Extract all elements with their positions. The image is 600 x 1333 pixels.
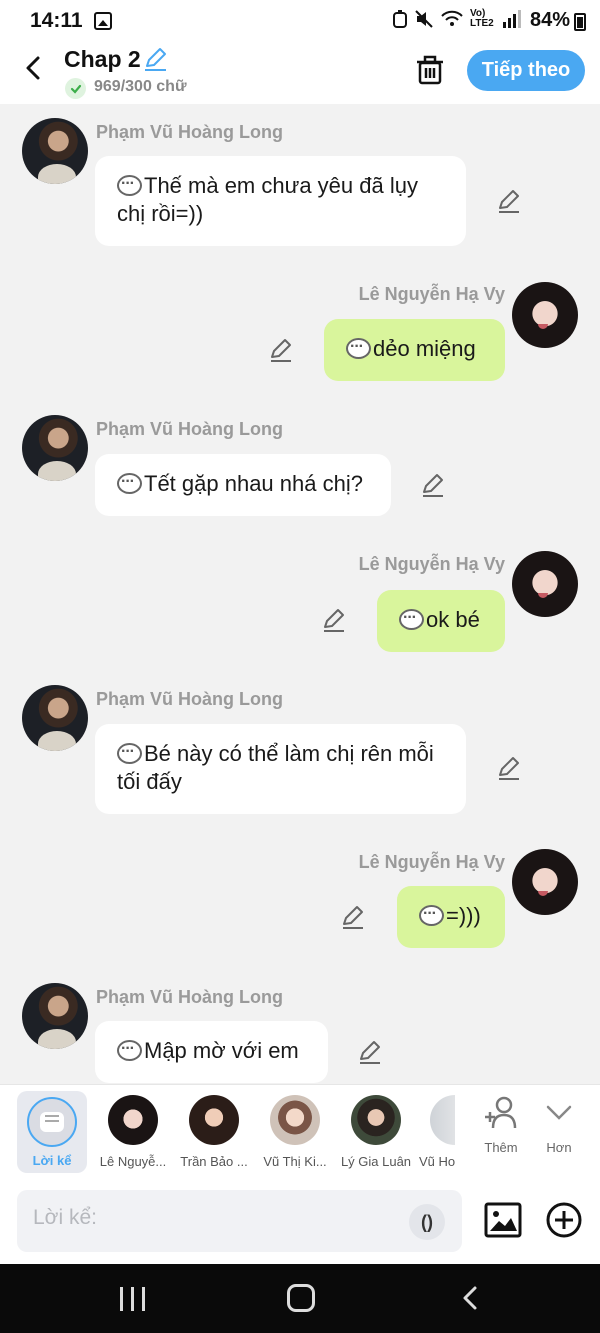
chapter-title: Chap 2 bbox=[64, 46, 141, 72]
composer-bar: () bbox=[0, 1180, 600, 1264]
mute-icon bbox=[415, 10, 433, 28]
parentheses-button[interactable]: () bbox=[409, 1204, 445, 1240]
word-count: 969/300 chữ bbox=[94, 78, 187, 95]
recents-icon[interactable] bbox=[120, 1287, 146, 1311]
narration-input[interactable] bbox=[33, 1206, 393, 1230]
character-selector: Lời kể Lê Nguyễ... Trần Bảo ... Vũ Thị K… bbox=[0, 1084, 600, 1180]
character-avatar bbox=[270, 1095, 320, 1145]
message-bubble[interactable]: Tết gặp nhau nhá chị? bbox=[95, 454, 391, 516]
more-characters-label: Hơn bbox=[546, 1140, 572, 1155]
edit-message-icon[interactable] bbox=[357, 1039, 383, 1065]
narration-dots-icon bbox=[419, 900, 444, 928]
status-bar: 14:11 Vo) LTE2 84% bbox=[0, 0, 600, 42]
character-item[interactable]: Vũ Ho bbox=[419, 1093, 455, 1169]
composer-box: () bbox=[17, 1190, 462, 1252]
avatar-long[interactable] bbox=[22, 118, 88, 184]
narrator-icon bbox=[27, 1097, 77, 1147]
add-plus-icon[interactable] bbox=[545, 1201, 583, 1239]
avatar-long[interactable] bbox=[22, 983, 88, 1049]
trash-icon[interactable] bbox=[414, 54, 446, 86]
character-name: Vũ Thị Ki... bbox=[263, 1154, 327, 1169]
character-avatar bbox=[430, 1095, 455, 1145]
battery-icon bbox=[574, 13, 586, 31]
message-bubble[interactable]: dẻo miệng bbox=[324, 319, 505, 381]
sender-name: Phạm Vũ Hoàng Long bbox=[96, 987, 283, 1007]
character-avatar bbox=[189, 1095, 239, 1145]
edit-message-icon[interactable] bbox=[420, 472, 446, 498]
sender-name: Lê Nguyễn Hạ Vy bbox=[358, 554, 505, 574]
narration-dots-icon bbox=[117, 738, 142, 766]
sender-name: Phạm Vũ Hoàng Long bbox=[96, 419, 283, 439]
character-name: Vũ Ho bbox=[419, 1154, 455, 1169]
message-bubble[interactable]: ok bé bbox=[377, 590, 505, 652]
avatar-vy[interactable] bbox=[512, 849, 578, 915]
sender-name: Phạm Vũ Hoàng Long bbox=[96, 122, 283, 142]
message-bubble[interactable]: Thế mà em chưa yêu đã lụy chị rồi=)) bbox=[95, 156, 466, 246]
chapter-header: Chap 2 969/300 chữ Tiếp theo bbox=[0, 42, 600, 104]
character-avatar bbox=[108, 1095, 158, 1145]
narration-dots-icon bbox=[117, 468, 142, 496]
edit-message-icon[interactable] bbox=[268, 337, 294, 363]
character-avatar bbox=[351, 1095, 401, 1145]
add-character-button[interactable]: Thêm bbox=[471, 1095, 531, 1155]
message-text: dẻo miệng bbox=[373, 336, 476, 361]
chat-area[interactable]: Phạm Vũ Hoàng Long Thế mà em chưa yêu đã… bbox=[0, 104, 600, 1084]
message-text: Bé này có thể làm chị rên mỗi tối đấy bbox=[117, 741, 434, 794]
edit-message-icon[interactable] bbox=[496, 188, 522, 214]
character-name: Trần Bảo ... bbox=[180, 1154, 248, 1169]
message-text: ok bé bbox=[426, 607, 480, 632]
home-icon[interactable] bbox=[287, 1284, 315, 1312]
back-arrow-icon[interactable] bbox=[18, 52, 50, 84]
narrator-label: Lời kể bbox=[32, 1153, 72, 1168]
avatar-vy[interactable] bbox=[512, 282, 578, 348]
message-bubble[interactable]: Bé này có thể làm chị rên mỗi tối đấy bbox=[95, 724, 466, 814]
edit-title-icon[interactable] bbox=[142, 46, 168, 72]
sender-name: Lê Nguyễn Hạ Vy bbox=[358, 852, 505, 872]
system-back-icon[interactable] bbox=[457, 1284, 485, 1312]
message-bubble[interactable]: Mập mờ với em bbox=[95, 1021, 328, 1083]
character-item[interactable]: Lý Gia Luân bbox=[338, 1093, 414, 1169]
message-text: =))) bbox=[446, 903, 481, 928]
narration-dots-icon bbox=[117, 170, 142, 198]
image-icon[interactable] bbox=[484, 1202, 522, 1238]
narration-dots-icon bbox=[346, 333, 371, 361]
avatar-long[interactable] bbox=[22, 415, 88, 481]
narration-dots-icon bbox=[399, 604, 424, 632]
edit-message-icon[interactable] bbox=[496, 755, 522, 781]
character-item[interactable]: Trần Bảo ... bbox=[176, 1093, 252, 1169]
battery-percent: 84% bbox=[529, 9, 570, 31]
sender-name: Phạm Vũ Hoàng Long bbox=[96, 689, 283, 709]
add-character-label: Thêm bbox=[484, 1140, 518, 1155]
narrator-selector[interactable]: Lời kể bbox=[17, 1091, 87, 1173]
gallery-notification-icon bbox=[94, 12, 112, 30]
avatar-long[interactable] bbox=[22, 685, 88, 751]
edit-message-icon[interactable] bbox=[321, 607, 347, 633]
status-icons: Vo) LTE2 bbox=[392, 9, 522, 29]
edit-message-icon[interactable] bbox=[340, 904, 366, 930]
status-time: 14:11 bbox=[30, 9, 83, 32]
character-name: Lê Nguyễ... bbox=[99, 1154, 167, 1169]
character-item[interactable]: Vũ Thị Ki... bbox=[257, 1093, 333, 1169]
message-text: Mập mờ với em bbox=[144, 1038, 299, 1063]
character-item[interactable]: Lê Nguyễ... bbox=[95, 1093, 171, 1169]
chevron-down-icon bbox=[546, 1105, 572, 1120]
more-characters-button[interactable]: Hơn bbox=[529, 1095, 589, 1155]
sender-name: Lê Nguyễn Hạ Vy bbox=[358, 284, 505, 304]
narration-dots-icon bbox=[117, 1035, 142, 1063]
character-name: Lý Gia Luân bbox=[340, 1154, 412, 1169]
message-text: Thế mà em chưa yêu đã lụy chị rồi=)) bbox=[117, 173, 418, 226]
message-bubble[interactable]: =))) bbox=[397, 886, 505, 948]
network-label: Vo) LTE2 bbox=[470, 8, 494, 29]
check-icon bbox=[65, 78, 86, 99]
alarm-icon bbox=[393, 10, 407, 28]
message-text: Tết gặp nhau nhá chị? bbox=[144, 471, 363, 496]
add-person-icon bbox=[485, 1096, 517, 1129]
signal-icon bbox=[503, 10, 521, 28]
next-button[interactable]: Tiếp theo bbox=[467, 50, 585, 91]
avatar-vy[interactable] bbox=[512, 551, 578, 617]
wifi-icon bbox=[441, 10, 463, 26]
system-nav-bar bbox=[0, 1264, 600, 1333]
